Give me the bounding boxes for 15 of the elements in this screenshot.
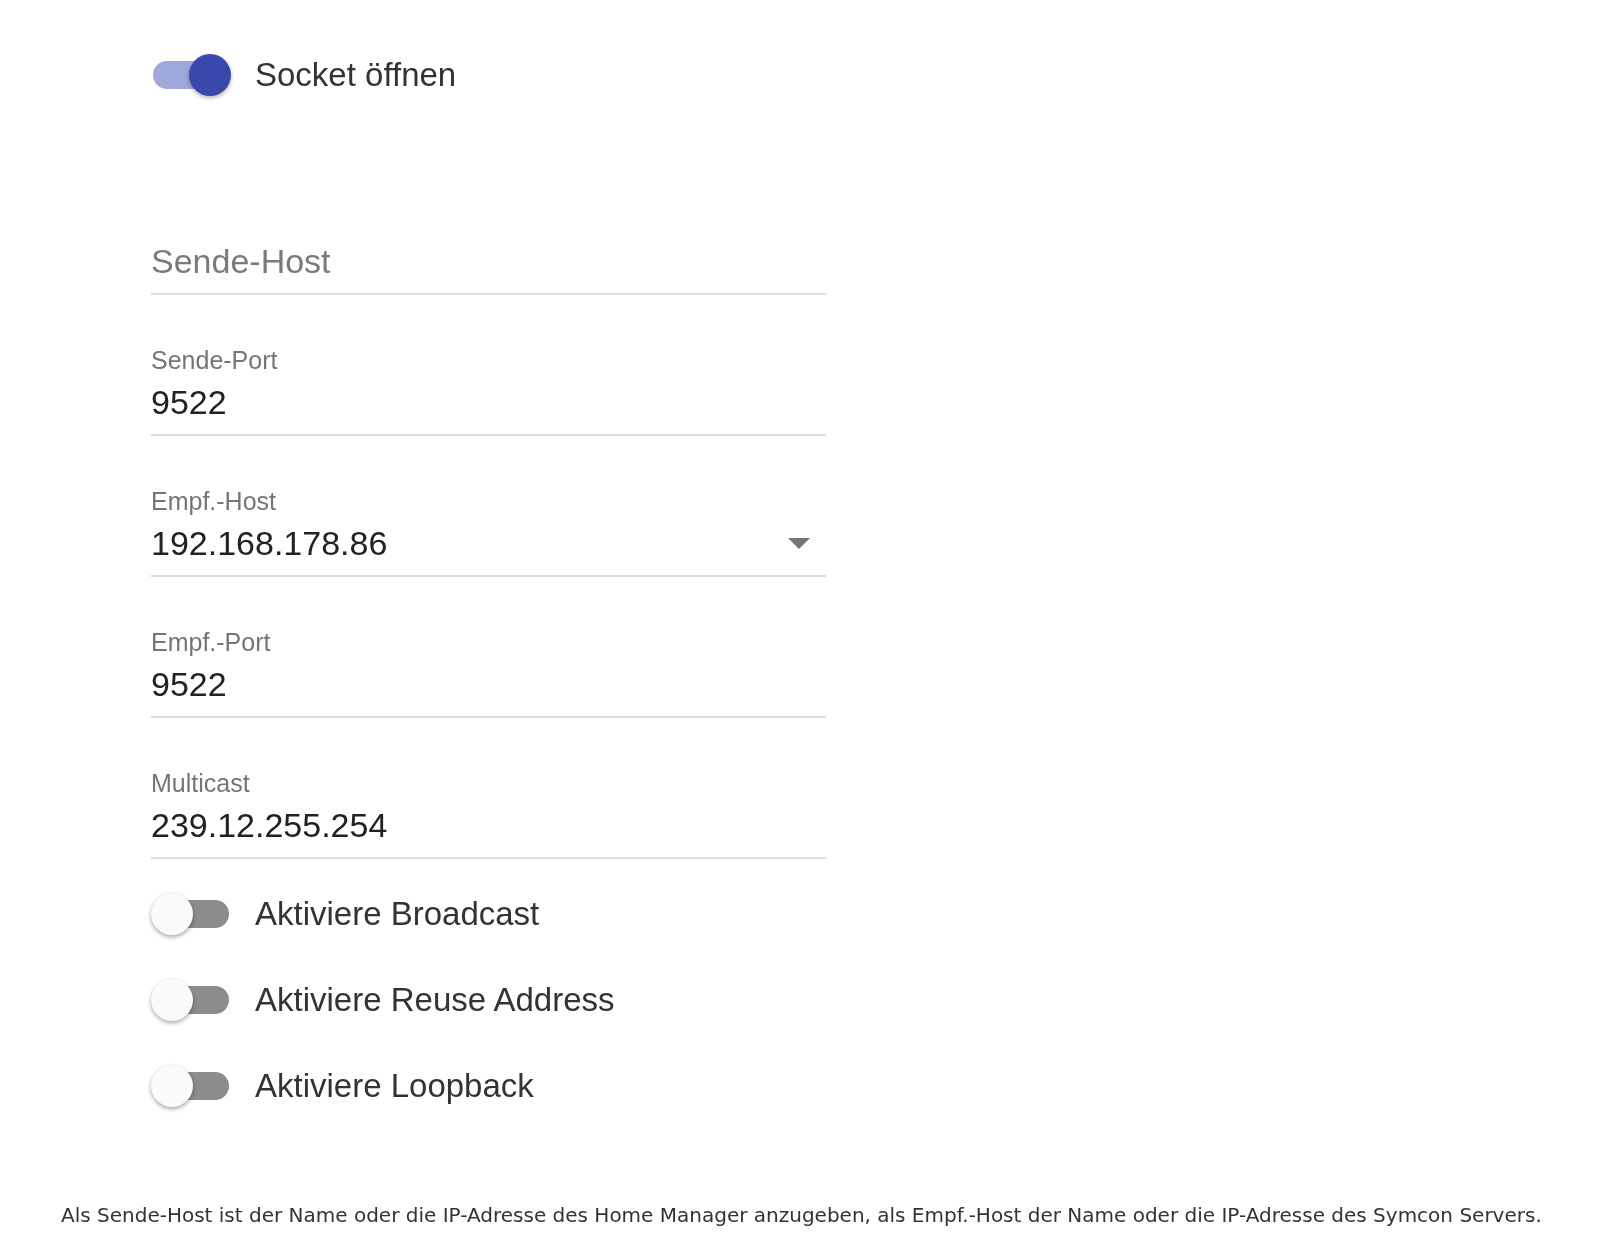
dropdown-field[interactable]: 192.168.178.86 [151,524,826,575]
toggle-label: Aktiviere Loopback [255,1067,534,1105]
description-text: Als Sende-Host ist der Name oder die IP-Adresse des Home Manager anzugeben, als Empf.-Host der Name oder die IP-Adresse des Symcon Servers. [61,1202,1543,1229]
field-label: Empf.-Host [151,487,278,516]
input-field[interactable]: 9522 [151,665,826,716]
input-field[interactable]: 9522 [151,383,826,434]
field-label: Multicast [151,769,251,798]
field-label: Empf.-Port [151,628,272,657]
caret-icon [788,538,810,549]
input-field[interactable]: Sende-Host [151,242,826,293]
input-field[interactable]: 239.12.255.254 [151,806,826,857]
toggle-label: Aktiviere Reuse Address [255,981,615,1019]
toggle-label: Aktiviere Broadcast [255,895,540,933]
toggle-label: Socket öffnen [255,56,457,94]
field-label: Sende-Port [151,346,279,375]
